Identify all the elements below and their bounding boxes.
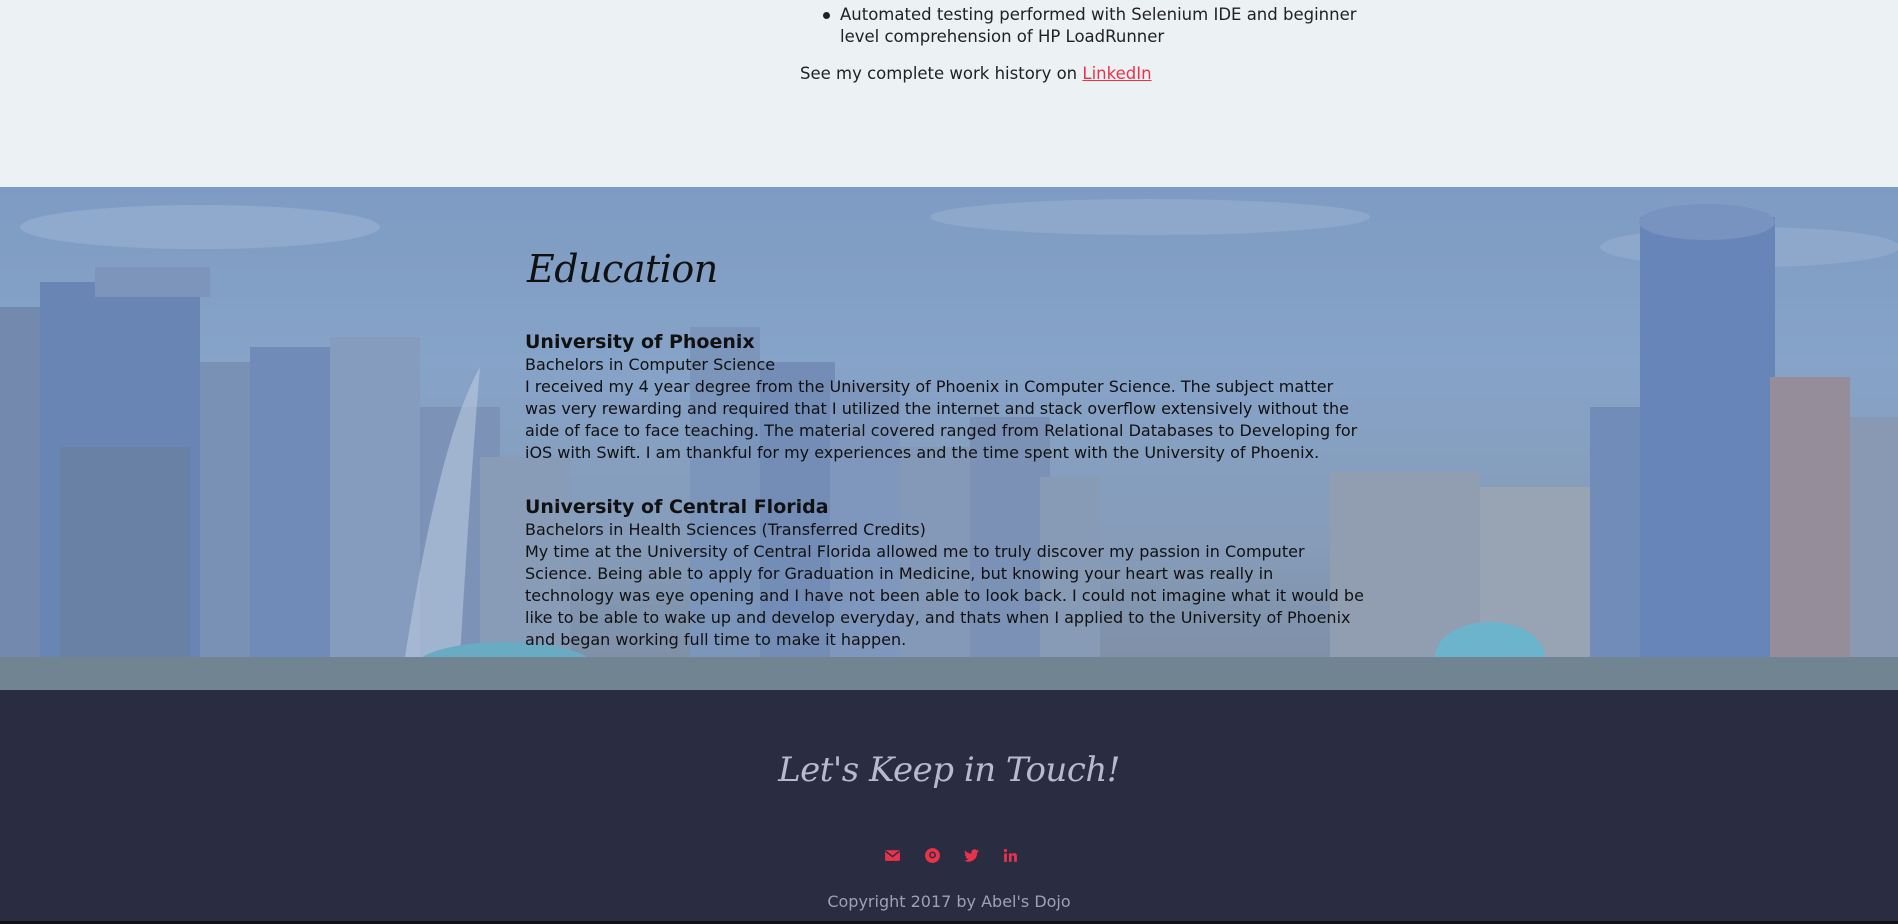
linkedin-link[interactable]: LinkedIn bbox=[1082, 64, 1151, 83]
school-degree: Bachelors in Health Sciences (Transferre… bbox=[525, 520, 926, 539]
contact-footer: Let's Keep in Touch! Copyright 2017 by A… bbox=[0, 690, 1898, 924]
school-name: University of Central Florida bbox=[525, 496, 829, 518]
copyright-text: Copyright 2017 by Abel's Dojo bbox=[827, 892, 1071, 911]
school-entry: University of Central Florida Bachelors … bbox=[525, 495, 1365, 651]
work-history-note: See my complete work history on LinkedIn bbox=[800, 63, 1152, 85]
envelope-icon[interactable] bbox=[882, 845, 902, 865]
school-description: My time at the University of Central Flo… bbox=[525, 542, 1364, 649]
school-name: University of Phoenix bbox=[525, 331, 755, 353]
github-icon[interactable] bbox=[922, 845, 942, 865]
social-links bbox=[880, 845, 1020, 865]
education-title: Education bbox=[527, 247, 718, 291]
linkedin-icon[interactable] bbox=[1000, 845, 1020, 865]
school-degree: Bachelors in Computer Science bbox=[525, 355, 776, 374]
footer-title: Let's Keep in Touch! bbox=[778, 750, 1120, 790]
school-description: I received my 4 year degree from the Uni… bbox=[525, 377, 1358, 462]
work-history-section: Automated testing performed with Seleniu… bbox=[0, 0, 1898, 187]
education-section: Education University of Phoenix Bachelor… bbox=[0, 187, 1898, 690]
twitter-icon[interactable] bbox=[961, 845, 981, 865]
work-history-text: See my complete work history on bbox=[800, 64, 1083, 83]
work-bullet-list: Automated testing performed with Seleniu… bbox=[823, 4, 1360, 48]
work-bullet: Automated testing performed with Seleniu… bbox=[823, 4, 1360, 48]
school-entry: University of Phoenix Bachelors in Compu… bbox=[525, 330, 1365, 464]
